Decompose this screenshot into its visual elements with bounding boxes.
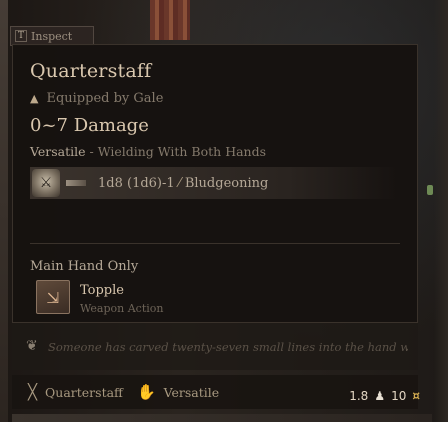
weight-icon: ♟	[374, 389, 386, 403]
property-quarterstaff[interactable]: Quarterstaff	[45, 385, 123, 400]
screen-edge	[0, 0, 8, 422]
coin-icon: ¤	[412, 389, 420, 403]
hand-restriction: Main Hand Only	[30, 259, 139, 274]
weight-value: 1.8	[349, 389, 369, 403]
versatile-keyword: Versatile	[30, 144, 86, 159]
equipped-line: ▲ Equipped by Gale	[30, 91, 163, 106]
feather-icon: ❦	[26, 338, 38, 354]
item-stats: 1.8 ♟ 10 ¤	[349, 389, 420, 403]
equipped-text: Equipped by Gale	[46, 91, 164, 106]
versatile-desc: - Wielding With Both Hands	[85, 144, 267, 159]
damage-roll-row: ⚔ 1d8 (1d6)-1 ⁄ Bludgeoning	[30, 167, 398, 199]
screen-edge-right	[434, 0, 448, 422]
inspect-hint[interactable]: T Inspect	[10, 26, 94, 46]
inspect-label: Inspect	[31, 29, 73, 43]
topple-icon[interactable]: ⇲	[36, 280, 70, 314]
property-versatile[interactable]: Versatile	[164, 385, 220, 400]
quarterstaff-icon: ╳	[28, 383, 38, 401]
action-subtitle: Weapon Action	[80, 302, 164, 315]
bottom-frame	[12, 414, 432, 422]
versatile-icon: ✋	[136, 383, 156, 401]
damage-roll: 1d8 (1d6)-1 ⁄ Bludgeoning	[98, 176, 268, 191]
rug-decoration	[150, 0, 190, 40]
damage-bar	[66, 180, 86, 186]
staff-icon: ⚔	[32, 169, 60, 197]
triangle-icon: ▲	[30, 92, 39, 105]
damage-roll-value: 1d8 (1d6)-1	[98, 175, 175, 191]
flavor-text: Someone has carved twenty-seven small li…	[48, 340, 408, 354]
scene-marker	[427, 185, 433, 195]
inspect-key: T	[15, 30, 28, 42]
damage-type: Bludgeoning	[184, 175, 269, 191]
item-title: Quarterstaff	[30, 60, 152, 82]
versatile-line: Versatile - Wielding With Both Hands	[30, 144, 266, 159]
slash-icon: ⁄	[178, 175, 181, 191]
action-name: Topple	[80, 283, 124, 298]
damage-range: 0~7 Damage	[30, 115, 149, 136]
gold-value: 10	[391, 389, 407, 403]
divider	[30, 243, 400, 244]
